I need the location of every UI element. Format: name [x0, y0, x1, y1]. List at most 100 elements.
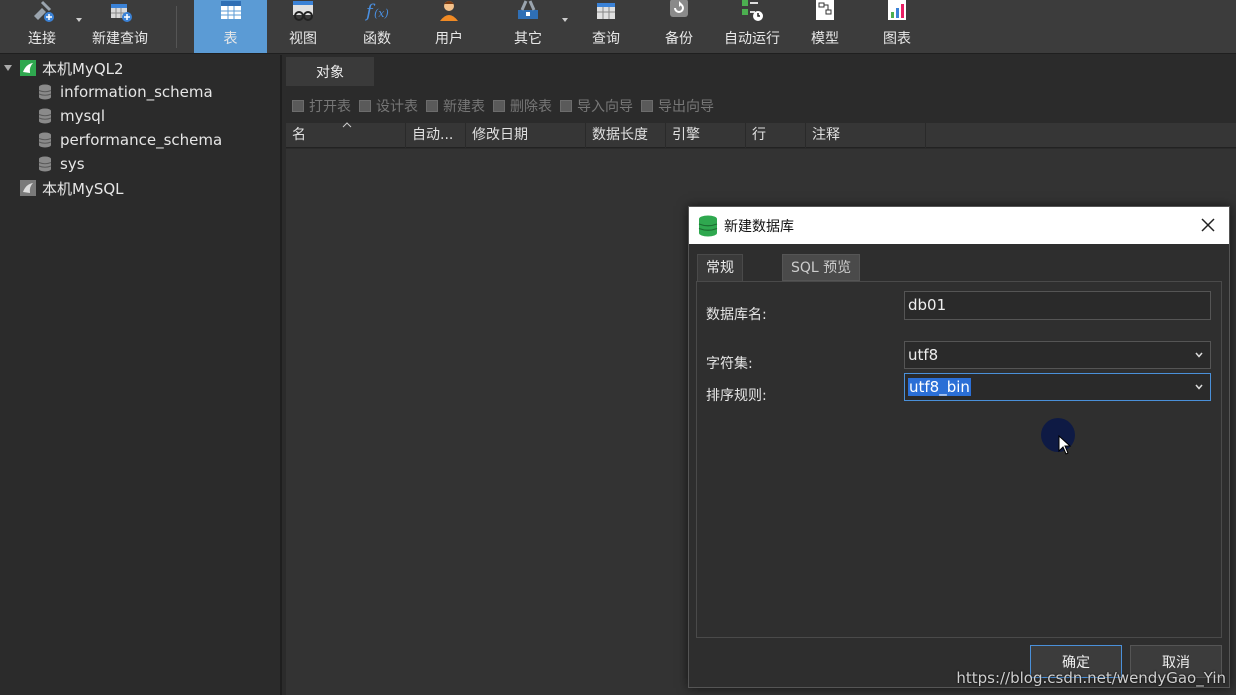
- collation-select[interactable]: utf8_bin: [904, 373, 1211, 401]
- view-label: 视图: [289, 31, 317, 47]
- delete-table-icon: [493, 100, 505, 112]
- new-table-icon: [426, 100, 438, 112]
- new-table-label: 新建表: [443, 99, 485, 115]
- user-icon: [437, 0, 461, 22]
- new-query-button[interactable]: 新建查询: [86, 0, 154, 53]
- charset-label: 字符集:: [706, 356, 753, 372]
- user-label: 用户: [435, 31, 463, 47]
- other-dropdown-caret[interactable]: [562, 18, 568, 22]
- table-column-header: 名 自动... 修改日期 数据长度 引擎 行 注释: [286, 122, 1236, 148]
- tree-db-sys[interactable]: sys: [38, 152, 85, 176]
- database-icon: [38, 156, 52, 172]
- connection-label: 本机MySQL: [42, 179, 124, 198]
- svg-text:(x): (x): [374, 7, 389, 20]
- expand-arrow-icon[interactable]: [4, 65, 12, 71]
- column-rows-header[interactable]: 行: [746, 123, 806, 148]
- charset-select[interactable]: utf8: [904, 341, 1211, 369]
- dialog-title: 新建数据库: [724, 218, 794, 235]
- backup-label: 备份: [665, 31, 693, 47]
- view-button[interactable]: 视图: [276, 0, 330, 53]
- connect-dropdown-caret[interactable]: [76, 18, 82, 22]
- column-name-label: 名: [292, 127, 306, 143]
- auto-run-label: 自动运行: [724, 31, 780, 47]
- function-button[interactable]: f (x) 函数: [350, 0, 404, 53]
- other-icon: [516, 0, 540, 22]
- chart-icon: [885, 0, 909, 22]
- database-green-icon: [698, 215, 718, 236]
- table-icon: [219, 0, 243, 22]
- tree-connection-mysql[interactable]: 本机MySQL: [20, 176, 124, 200]
- delete-table-label: 删除表: [510, 99, 552, 115]
- column-name-header[interactable]: 名: [286, 122, 406, 148]
- toolbar-separator: [176, 6, 177, 48]
- tree-db-information-schema[interactable]: information_schema: [38, 80, 213, 104]
- mysql-connection-icon: [20, 60, 36, 76]
- tab-general[interactable]: 常规: [697, 254, 743, 281]
- import-wizard-button[interactable]: 导入向导: [560, 96, 633, 116]
- query-icon: [594, 0, 618, 22]
- view-icon: [291, 0, 315, 22]
- new-query-icon: [108, 0, 132, 22]
- user-button[interactable]: 用户: [422, 0, 476, 53]
- mouse-pointer-icon: [1058, 435, 1072, 455]
- table-label: 表: [223, 31, 238, 47]
- new-query-label: 新建查询: [92, 31, 148, 47]
- export-wizard-label: 导出向导: [658, 99, 714, 115]
- design-table-button[interactable]: 设计表: [359, 96, 418, 116]
- new-database-dialog: 新建数据库 常规 SQL 预览 数据库名: db01 字符集: utf8 排序规…: [688, 206, 1230, 688]
- main-toolbar: 连接 新建查询 表 视图 f (x) 函数 用户 其它 查询 备份 自动运行 模…: [0, 0, 1236, 54]
- objects-toolbar: 打开表 设计表 新建表 删除表 导入向导 导出向导: [284, 93, 1236, 119]
- mysql-connection-icon: [20, 180, 36, 196]
- database-icon: [38, 108, 52, 124]
- query-label: 查询: [592, 31, 620, 47]
- table-button[interactable]: 表: [194, 0, 267, 53]
- model-label: 模型: [811, 31, 839, 47]
- import-wizard-icon: [560, 100, 572, 112]
- connect-label: 连接: [28, 31, 56, 47]
- column-comment-header[interactable]: 注释: [806, 123, 926, 148]
- delete-table-button[interactable]: 删除表: [493, 96, 552, 116]
- column-auto-header[interactable]: 自动...: [406, 123, 466, 148]
- column-modified-header[interactable]: 修改日期: [466, 123, 586, 148]
- tree-db-performance-schema[interactable]: performance_schema: [38, 128, 222, 152]
- charset-value: utf8: [908, 346, 939, 364]
- new-table-button[interactable]: 新建表: [426, 96, 485, 116]
- auto-run-icon: [740, 0, 764, 22]
- column-engine-header[interactable]: 引擎: [666, 123, 746, 148]
- database-name-label: 数据库名:: [706, 307, 767, 323]
- navicat-window: 连接 新建查询 表 视图 f (x) 函数 用户 其它 查询 备份 自动运行 模…: [0, 0, 1236, 695]
- other-button[interactable]: 其它: [500, 0, 556, 53]
- sort-ascending-icon: [342, 122, 352, 128]
- connect-icon: [30, 0, 54, 22]
- tree-db-mysql[interactable]: mysql: [38, 104, 105, 128]
- model-icon: [813, 0, 837, 22]
- connect-button[interactable]: 连接: [14, 0, 70, 53]
- collation-label: 排序规则:: [706, 388, 767, 404]
- model-button[interactable]: 模型: [798, 0, 852, 53]
- open-table-button[interactable]: 打开表: [292, 96, 351, 116]
- backup-button[interactable]: 备份: [652, 0, 706, 53]
- column-data-length-header[interactable]: 数据长度: [586, 123, 666, 148]
- open-table-icon: [292, 100, 304, 112]
- function-icon: f (x): [364, 0, 389, 22]
- import-wizard-label: 导入向导: [577, 99, 633, 115]
- chart-button[interactable]: 图表: [870, 0, 924, 53]
- connection-tree: 本机MyQL2 information_schema mysql perform…: [0, 55, 282, 695]
- general-tab-panel: 数据库名: db01 字符集: utf8 排序规则: utf8_bin: [696, 281, 1222, 638]
- database-label: mysql: [60, 107, 105, 125]
- dialog-title-bar: 新建数据库: [689, 207, 1229, 244]
- tab-sql-preview[interactable]: SQL 预览: [782, 254, 861, 281]
- database-name-input[interactable]: db01: [904, 291, 1211, 320]
- chevron-down-icon: [1195, 352, 1203, 358]
- chart-label: 图表: [883, 31, 911, 47]
- export-wizard-button[interactable]: 导出向导: [641, 96, 714, 116]
- tree-connection-myql2[interactable]: 本机MyQL2: [4, 56, 124, 80]
- other-label: 其它: [514, 31, 542, 47]
- tab-objects[interactable]: 对象: [286, 57, 374, 86]
- export-wizard-icon: [641, 100, 653, 112]
- collation-value: utf8_bin: [908, 378, 971, 396]
- query-button[interactable]: 查询: [578, 0, 634, 53]
- database-icon: [38, 84, 52, 100]
- auto-run-button[interactable]: 自动运行: [716, 0, 788, 53]
- close-icon[interactable]: [1199, 216, 1217, 234]
